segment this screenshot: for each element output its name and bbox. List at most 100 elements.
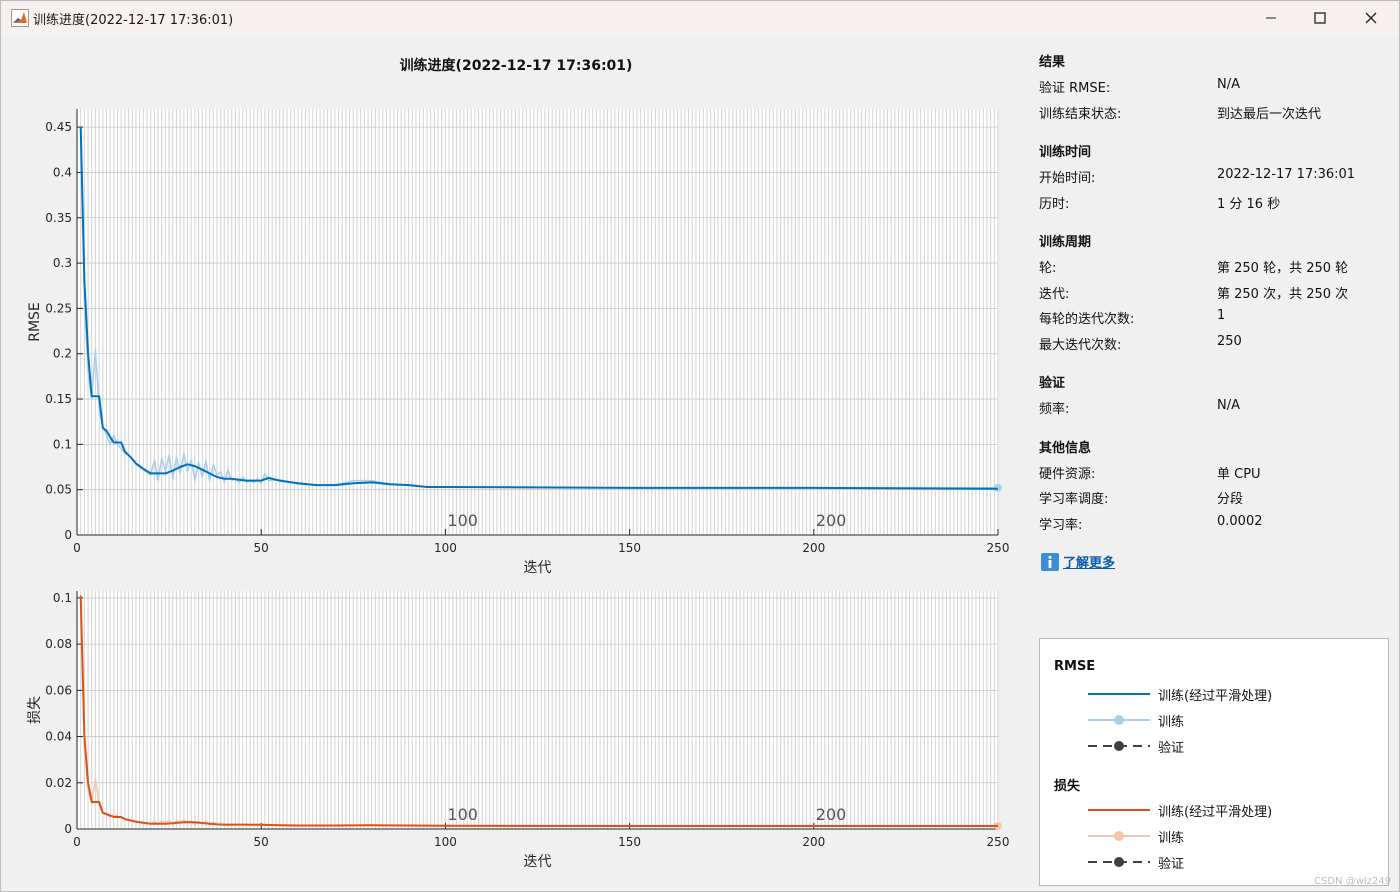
info-label: 每轮的迭代次数: <box>1039 312 1135 327</box>
info-label: 硬件资源: <box>1039 466 1096 482</box>
legend-panel: RMSE 训练(经过平滑处理) 训练 验证 损失 训练(经过平滑处理) 训练 验证 <box>1039 638 1389 886</box>
info-value: 250 <box>1217 333 1242 349</box>
y-tick-label: 0.25 <box>45 301 72 315</box>
swatch-marker <box>1114 715 1124 725</box>
x-tick-label: 250 <box>987 835 1010 849</box>
legend-item: 验证 <box>1086 737 1185 756</box>
y-tick-label: 0.02 <box>45 776 72 790</box>
x-tick-label: 150 <box>618 541 641 555</box>
y-tick-label: 0.06 <box>45 683 72 697</box>
window-title: 训练进度(2022-12-17 17:36:01) <box>33 13 234 28</box>
epoch-marker-label: 100 <box>447 511 478 530</box>
info-label: 频率: <box>1039 402 1070 417</box>
chart-1: 100 200 0 50 100 150 200 250 0 0.05 0.1 0.15 0.2 0.25… <box>27 109 1009 576</box>
legend-swatch <box>1088 809 1150 811</box>
info-value: N/A <box>1217 398 1240 413</box>
info-label: 学习率: <box>1039 517 1083 533</box>
x-tick-label: 200 <box>802 835 825 849</box>
info-label: 开始时间: <box>1039 171 1096 186</box>
section-title: 训练时间 <box>1039 145 1092 160</box>
legend-swatch <box>1088 831 1150 841</box>
y-tick-label: 0.15 <box>45 392 72 406</box>
legend-swatch <box>1088 693 1150 695</box>
info-icon <box>1041 552 1059 571</box>
y-tick-label: 0 <box>64 822 72 836</box>
close-icon <box>1365 12 1377 24</box>
info-label: 验证 RMSE: <box>1039 81 1111 96</box>
info-label: 历时: <box>1039 196 1070 212</box>
y-tick-label: 0.2 <box>53 347 72 361</box>
x-tick-label: 200 <box>802 541 825 555</box>
legend-item: 训练 <box>1086 827 1185 846</box>
info-value: 1 <box>1217 308 1226 323</box>
legend-group-title: RMSE <box>1054 659 1096 674</box>
legend-item: 验证 <box>1086 853 1185 872</box>
legend-swatch <box>1088 857 1150 867</box>
epoch-marker-label: 200 <box>816 511 847 530</box>
legend-item: 训练(经过平滑处理) <box>1086 801 1273 820</box>
minimize-button[interactable] <box>1247 1 1295 35</box>
info-label: 学习率调度: <box>1039 492 1109 507</box>
info-label: 轮: <box>1039 261 1057 276</box>
y-tick-label: 0 <box>64 528 72 542</box>
info-value: 第 250 次，共 250 次 <box>1217 286 1349 302</box>
training-plots: 100 200 0 50 100 150 200 250 0 0.05 0.1 0.15 0.2 0.25… <box>27 109 1010 870</box>
info-value: 到达最后一次迭代 <box>1217 106 1322 122</box>
x-tick-label: 0 <box>73 541 81 555</box>
info-label: 训练结束状态: <box>1039 106 1122 122</box>
matlab-icon <box>11 9 29 27</box>
legend-group-title: 损失 <box>1054 779 1081 794</box>
title-bar[interactable]: 训练进度(2022-12-17 17:36:01) <box>1 1 1399 35</box>
legend-swatch <box>1088 741 1150 751</box>
maximize-button[interactable] <box>1296 1 1344 35</box>
x-tick-label: 100 <box>434 835 457 849</box>
section-title: 训练周期 <box>1039 235 1092 250</box>
info-label: 最大迭代次数: <box>1039 337 1122 353</box>
legend-label: 训练 <box>1158 714 1185 730</box>
y-tick-label: 0.1 <box>53 591 72 605</box>
epoch-marker-label: 200 <box>816 805 847 824</box>
legend-label: 训练(经过平滑处理) <box>1158 804 1273 820</box>
section-title: 其他信息 <box>1039 440 1092 456</box>
swatch-marker <box>1114 831 1124 841</box>
x-tick-label: 50 <box>254 835 269 849</box>
x-tick-label: 150 <box>618 835 641 849</box>
x-axis-label: 迭代 <box>524 854 552 870</box>
info-value: 2022-12-17 17:36:01 <box>1217 167 1356 182</box>
content-area: 训练进度(2022-12-17 17:36:01) 100 200 0 50 100 15… <box>1 35 1399 891</box>
y-axis-label: 损失 <box>27 696 43 724</box>
y-tick-label: 0.04 <box>45 730 72 744</box>
maximize-icon <box>1314 12 1326 24</box>
y-tick-label: 0.35 <box>45 211 72 225</box>
y-tick-label: 0.3 <box>53 256 72 270</box>
y-tick-label: 0.4 <box>53 165 72 179</box>
swatch-marker <box>1114 741 1124 751</box>
legend-item: 训练 <box>1086 711 1185 730</box>
info-value: 第 250 轮，共 250 轮 <box>1217 261 1349 276</box>
info-value: 分段 <box>1217 492 1244 507</box>
info-value: N/A <box>1217 77 1240 92</box>
legend-item: 训练(经过平滑处理) <box>1086 685 1273 704</box>
legend-label: 训练 <box>1158 830 1185 846</box>
legend-label: 验证 <box>1158 740 1185 756</box>
info-label: 迭代: <box>1039 286 1070 302</box>
x-axis-label: 迭代 <box>524 560 552 576</box>
close-button[interactable] <box>1347 1 1395 35</box>
learn-more-link[interactable]: 了解更多 <box>1041 552 1115 571</box>
x-tick-label: 50 <box>254 541 269 555</box>
watermark: CSDN @wlz249 <box>1314 876 1391 887</box>
x-tick-label: 250 <box>987 541 1010 555</box>
section-title: 结果 <box>1039 55 1066 70</box>
info-value: 0.0002 <box>1217 513 1263 529</box>
legend-label: 训练(经过平滑处理) <box>1158 688 1273 704</box>
y-tick-label: 0.45 <box>45 120 72 134</box>
x-tick-label: 0 <box>73 835 81 849</box>
y-tick-label: 0.08 <box>45 637 72 651</box>
legend-swatch <box>1088 715 1150 725</box>
epoch-marker-label: 100 <box>447 805 478 824</box>
info-value: 1 分 16 秒 <box>1217 196 1281 212</box>
learn-more-label: 了解更多 <box>1063 556 1116 571</box>
swatch-marker <box>1114 857 1124 867</box>
legend-label: 验证 <box>1158 856 1185 872</box>
y-tick-label: 0.05 <box>45 483 72 497</box>
